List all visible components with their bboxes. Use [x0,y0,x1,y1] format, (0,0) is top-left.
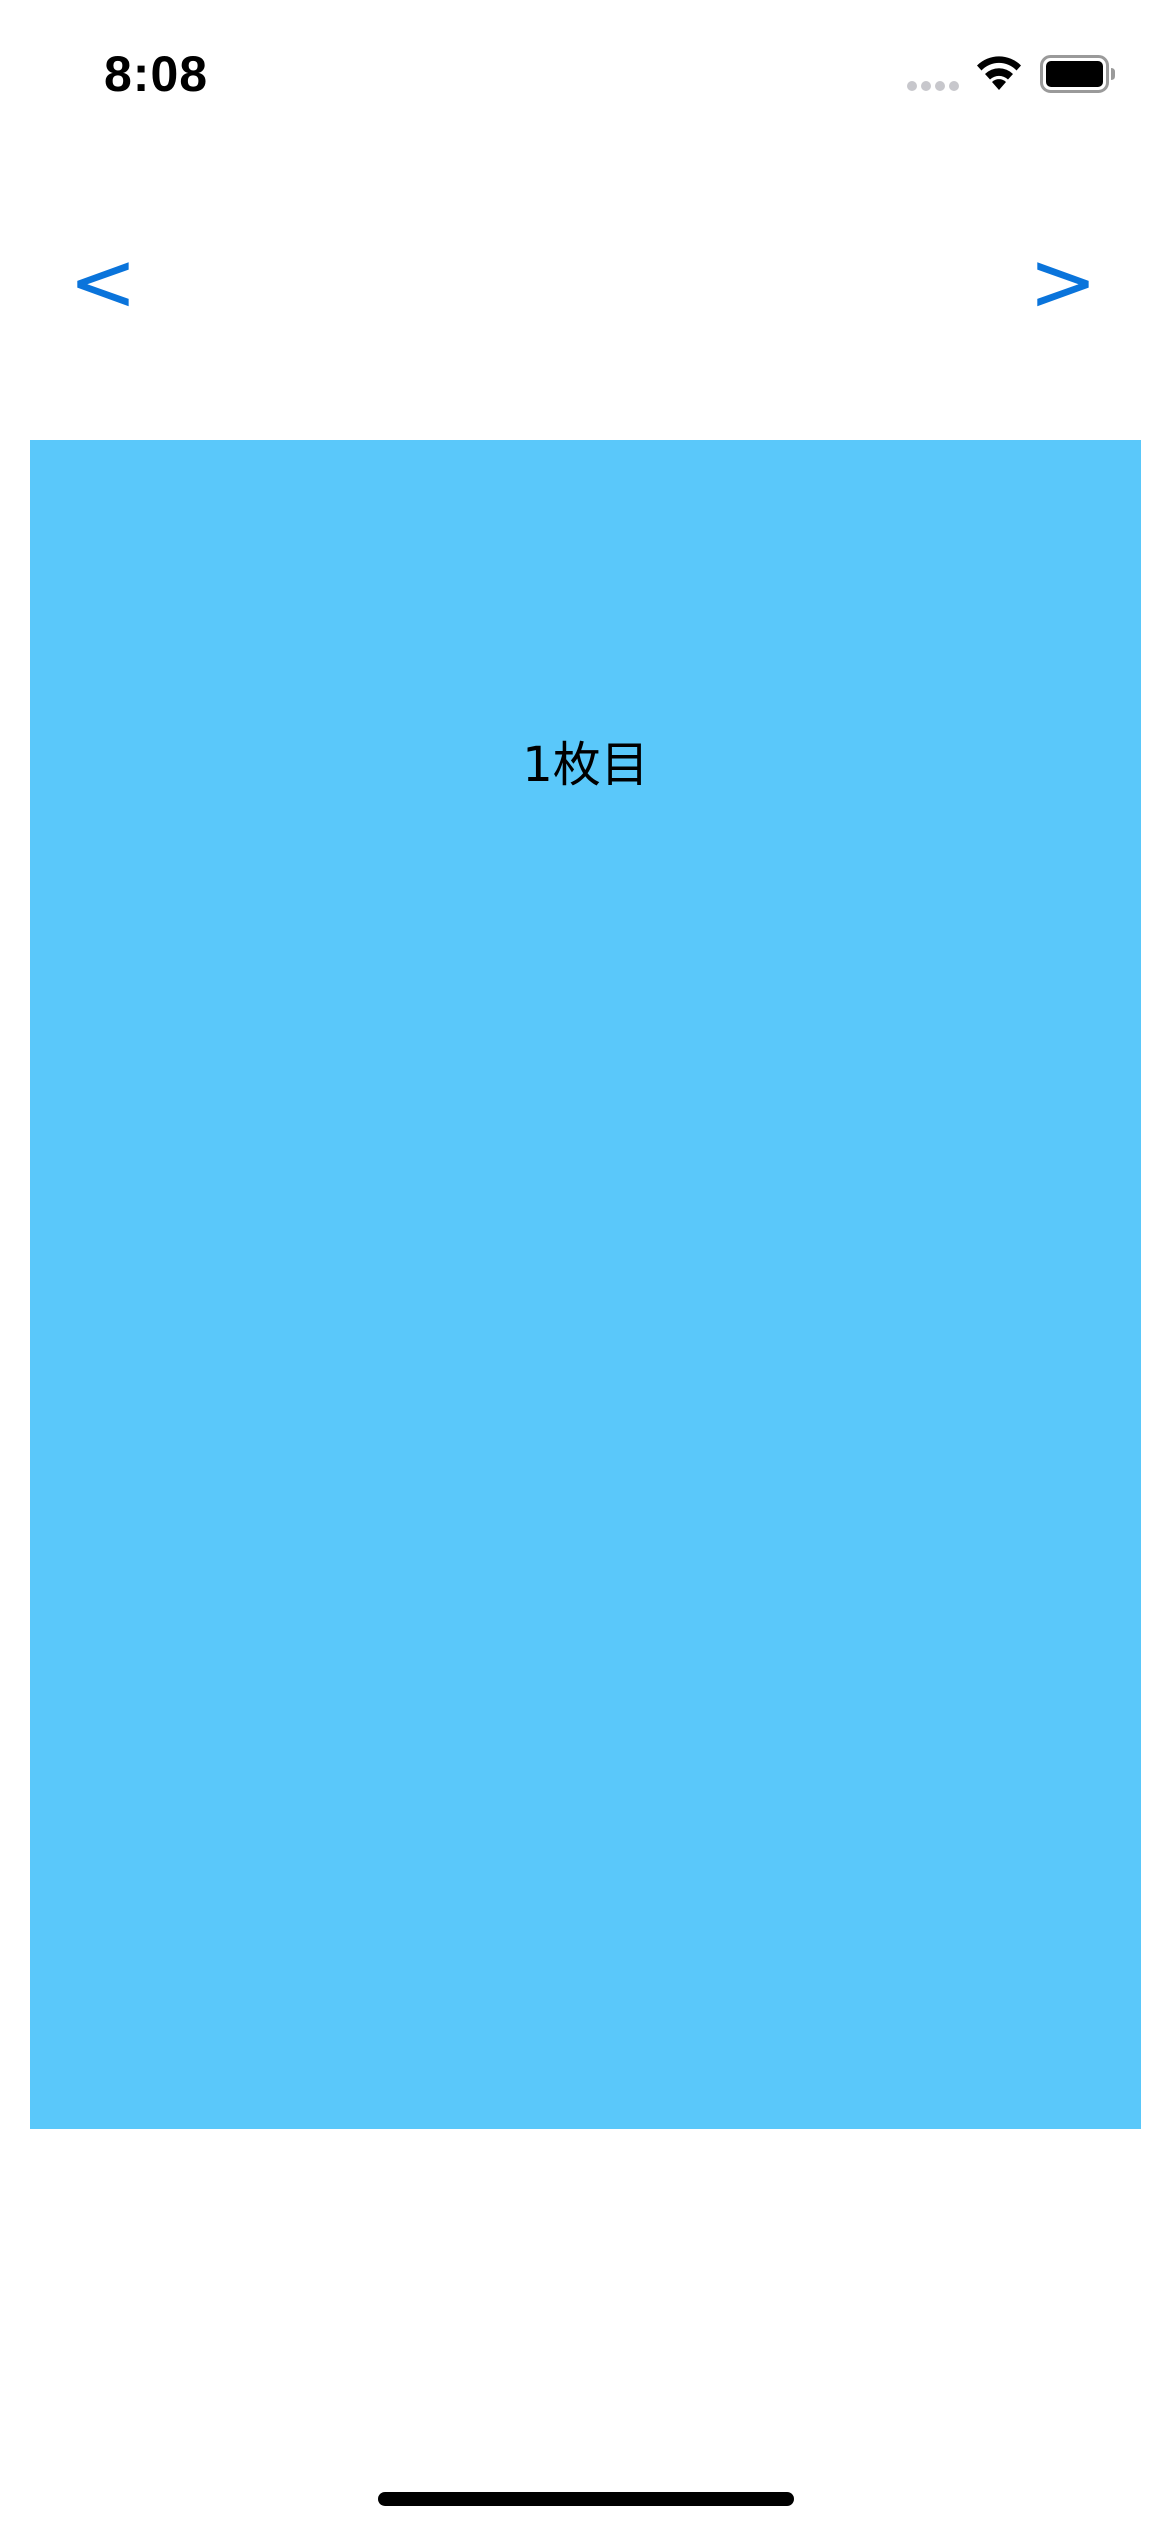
next-page-button[interactable]: > [1008,228,1118,338]
home-indicator[interactable] [378,2492,794,2506]
status-time: 8:08 [104,46,209,102]
status-bar: 8:08 [0,0,1170,150]
page-view[interactable]: 1枚目 [30,440,1141,2129]
wifi-icon [977,56,1021,90]
previous-page-button[interactable]: < [48,228,158,338]
battery-full-icon [1040,55,1115,93]
page-label: 1枚目 [522,737,649,793]
cellular-signal-dots-icon [907,81,959,91]
screen: 8:08 < > 1枚目 [0,0,1170,2532]
